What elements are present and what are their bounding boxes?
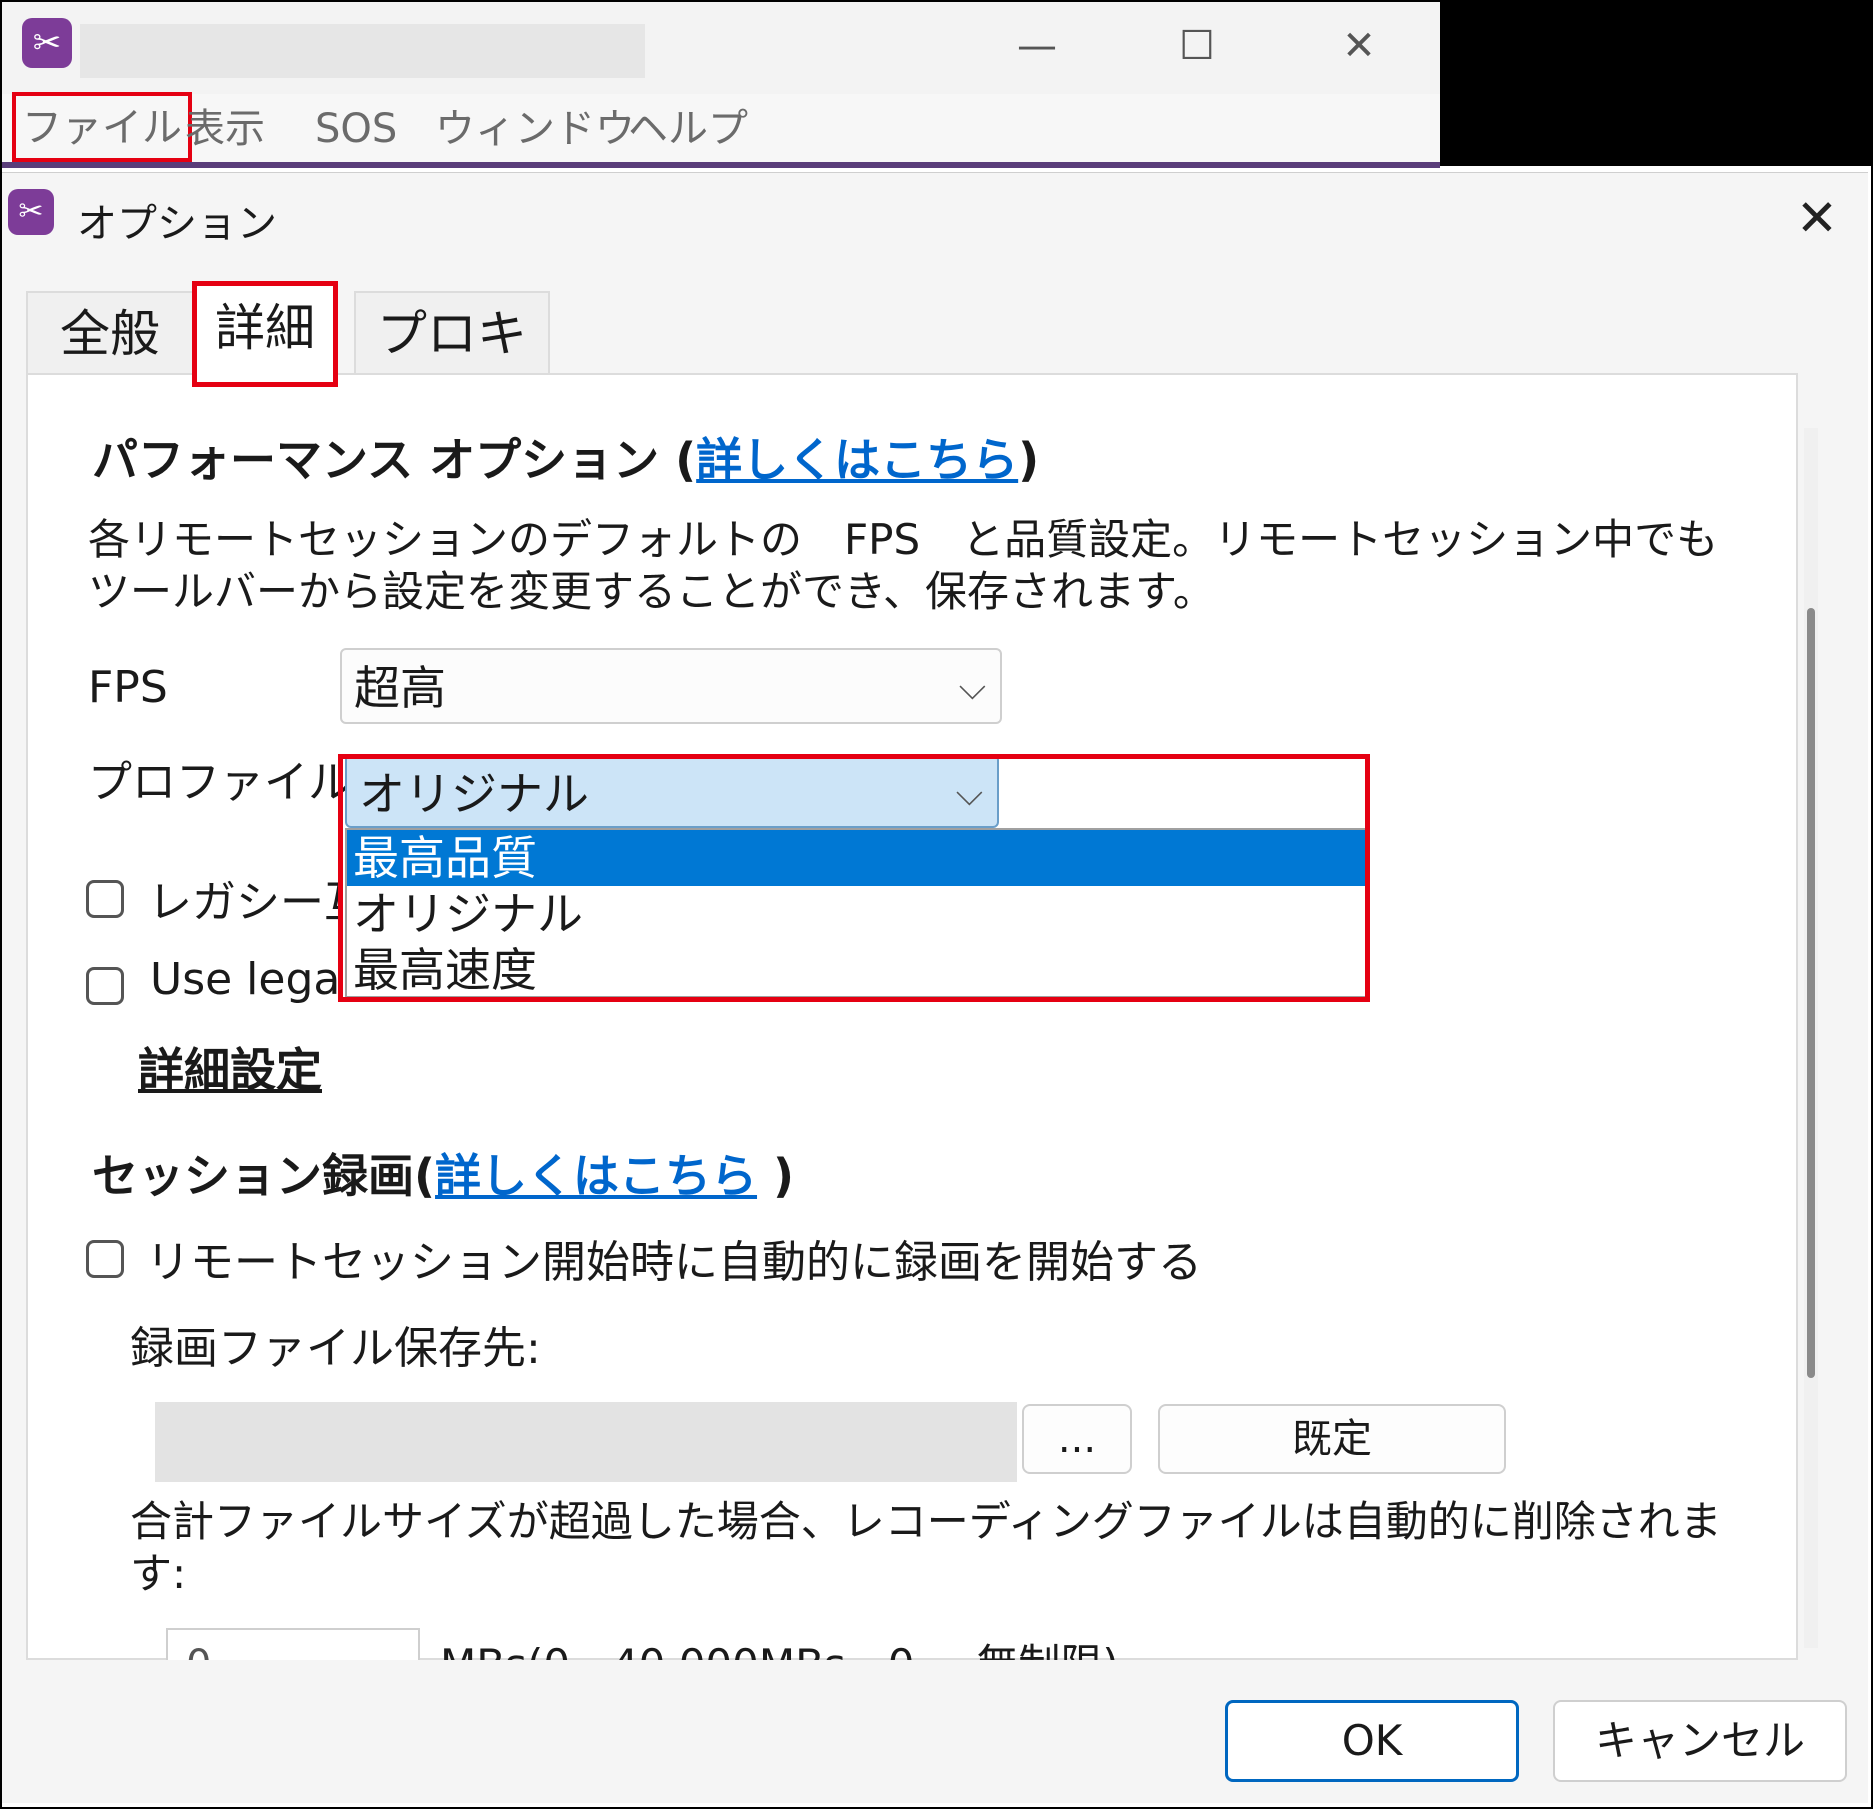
performance-heading-text: パフォーマンス オプション xyxy=(92,433,660,487)
profile-options-list: 最高品質 オリジナル 最高速度 xyxy=(345,828,1367,998)
menu-help[interactable]: ヘルプ xyxy=(628,100,748,158)
menu-bar: ファイル 表示 SOS ウィンドウ ヘルプ xyxy=(2,92,1440,164)
menu-file[interactable]: ファイル xyxy=(12,92,192,162)
dialog-close-icon[interactable]: ✕ xyxy=(1782,183,1852,253)
profile-option-original[interactable]: オリジナル xyxy=(347,886,1365,942)
use-legacy-checkbox[interactable] xyxy=(86,967,124,1005)
dialog-title: オプション xyxy=(77,201,277,247)
tab-general[interactable]: 全般 xyxy=(26,291,194,375)
fps-dropdown[interactable]: 超高 ⌵ xyxy=(340,648,1002,724)
chevron-down-icon: ⌵ xyxy=(955,773,983,814)
auto-record-label: リモートセッション開始時に自動的に録画を開始する xyxy=(146,1237,1202,1288)
panel-scrollbar[interactable] xyxy=(1804,428,1818,1648)
browse-button[interactable]: ... xyxy=(1022,1404,1132,1474)
menu-view[interactable]: 表示 xyxy=(185,100,265,158)
profile-dropdown[interactable]: オリジナル ⌵ xyxy=(345,754,999,828)
paren-close: ) xyxy=(1018,433,1040,487)
size-limit-description: 合計ファイルサイズが超過した場合、レコーディングファイルは自動的に削除されます: xyxy=(130,1497,1722,1598)
profile-value: オリジナル xyxy=(359,767,589,821)
profile-label: プロファイル xyxy=(88,757,352,808)
titlebar-accent xyxy=(2,162,1440,168)
minimize-icon[interactable]: — xyxy=(1002,16,1072,76)
paren-close: ) xyxy=(757,1149,795,1203)
save-location-label: 録画ファイル保存先: xyxy=(130,1323,541,1374)
profile-option-best-quality[interactable]: 最高品質 xyxy=(347,830,1365,886)
scrollbar-thumb[interactable] xyxy=(1807,608,1815,1378)
close-icon[interactable]: ✕ xyxy=(1324,16,1394,76)
performance-learn-more-link[interactable]: 詳しくはこちら xyxy=(696,433,1018,487)
save-location-path-field[interactable] xyxy=(155,1402,1017,1482)
performance-heading: パフォーマンス オプション (詳しくはこちら) xyxy=(92,424,1039,490)
use-legacy-label: Use lega xyxy=(150,954,340,1005)
fps-label: FPS xyxy=(88,662,168,713)
dialog-app-icon: ✂ xyxy=(8,189,54,235)
paren-open: ( xyxy=(414,1149,436,1203)
menu-window[interactable]: ウィンドウ xyxy=(435,100,635,158)
desktop-background xyxy=(1440,2,1871,166)
main-titlebar: ✂ — ☐ ✕ xyxy=(2,2,1440,94)
default-button[interactable]: 既定 xyxy=(1158,1404,1506,1474)
cancel-button[interactable]: キャンセル xyxy=(1553,1700,1847,1782)
chevron-down-icon: ⌵ xyxy=(958,667,986,708)
legacy-compat-label: レガシー互 xyxy=(148,877,338,928)
tab-proxy[interactable]: プロキシ xyxy=(354,291,550,445)
window-title-redacted xyxy=(80,24,645,78)
auto-record-checkbox[interactable] xyxy=(86,1240,124,1278)
app-logo-icon: ✂ xyxy=(22,18,72,68)
recording-heading: セッション録画(詳しくはこちら ) xyxy=(92,1140,794,1206)
performance-description: 各リモートセッションのデフォルトの FPS と品質設定。リモートセッション中でも… xyxy=(88,515,1719,616)
legacy-compat-checkbox[interactable] xyxy=(86,880,124,918)
recording-heading-text: セッション録画 xyxy=(92,1149,414,1203)
paren-open: ( xyxy=(659,433,697,487)
fps-value: 超高 xyxy=(354,661,446,715)
ok-button[interactable]: OK xyxy=(1225,1700,1519,1782)
maximize-icon[interactable]: ☐ xyxy=(1162,16,1232,76)
menu-sos[interactable]: SOS xyxy=(315,100,397,158)
profile-option-best-speed[interactable]: 最高速度 xyxy=(347,942,1365,998)
tab-advanced[interactable]: 詳細 xyxy=(192,281,338,387)
recording-learn-more-link[interactable]: 詳しくはこちら xyxy=(435,1149,757,1203)
advanced-settings-link[interactable]: 詳細設定 xyxy=(138,1034,322,1100)
main-window: ✂ — ☐ ✕ ファイル 表示 SOS ウィンドウ ヘルプ xyxy=(2,2,1440,168)
